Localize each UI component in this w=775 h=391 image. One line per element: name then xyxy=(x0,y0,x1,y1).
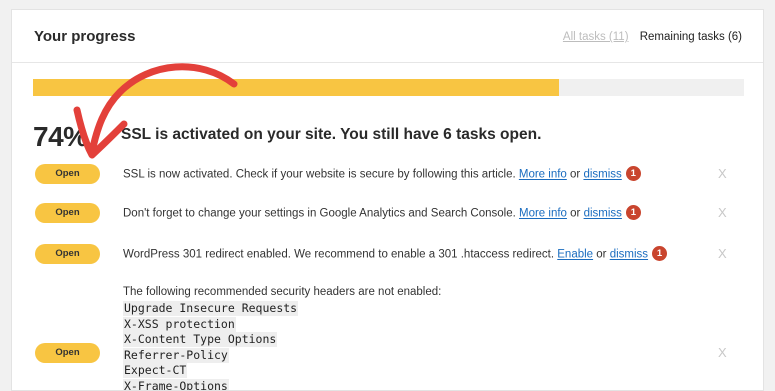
progress-summary: SSL is activated on your site. You still… xyxy=(121,126,542,143)
task-description: SSL is now activated. Check if your webs… xyxy=(123,168,516,181)
open-button[interactable]: Open xyxy=(35,164,100,184)
task-description: Don't forget to change your settings in … xyxy=(123,207,516,220)
security-header-item: X-XSS protection xyxy=(123,315,298,332)
progress-bar xyxy=(33,79,744,96)
close-x-icon[interactable]: X xyxy=(718,246,727,261)
notification-badge: 1 xyxy=(625,166,641,181)
or-text: or xyxy=(570,168,581,181)
code-text: Upgrade Insecure Requests xyxy=(123,301,299,316)
close-x-icon[interactable]: X xyxy=(718,166,727,181)
notification-badge: 1 xyxy=(652,246,668,261)
security-header-item: Referrer-Policy xyxy=(123,346,298,363)
code-text: X-Frame-Options xyxy=(123,378,229,390)
security-header-item: X-Frame-Options xyxy=(123,377,298,390)
task-text: SSL is now activated. Check if your webs… xyxy=(123,166,641,182)
task-description: WordPress 301 redirect enabled. We recom… xyxy=(123,248,555,261)
security-headers-list: Upgrade Insecure Requests X-XSS protecti… xyxy=(123,299,299,390)
tab-all-tasks[interactable]: All tasks (11) xyxy=(563,31,629,43)
security-header-item: Upgrade Insecure Requests xyxy=(123,299,299,316)
card-header: Your progress All tasks (11) Remaining t… xyxy=(12,10,763,63)
code-text: X-Content Type Options xyxy=(123,332,278,348)
dismiss-link[interactable]: dismiss xyxy=(583,169,621,181)
security-header-item: X-Content Type Options xyxy=(123,330,298,348)
dismiss-link[interactable]: dismiss xyxy=(584,208,622,220)
task-filter: All tasks (11) Remaining tasks (6) xyxy=(563,31,742,43)
task-text: Don't forget to change your settings in … xyxy=(123,205,641,221)
or-text: or xyxy=(596,248,607,261)
dismiss-link[interactable]: dismiss xyxy=(610,249,648,261)
security-headers-intro: The following recommended security heade… xyxy=(123,286,442,298)
more-info-link[interactable]: More info xyxy=(519,169,567,181)
tab-remaining-tasks[interactable]: Remaining tasks (6) xyxy=(640,31,742,43)
progress-percent: 74% xyxy=(33,121,88,152)
notification-badge: 1 xyxy=(625,205,641,220)
page-title: Your progress xyxy=(34,28,136,45)
progress-bar-fill xyxy=(33,79,560,96)
close-x-icon[interactable]: X xyxy=(718,205,727,220)
enable-link[interactable]: Enable xyxy=(557,249,593,261)
open-button[interactable]: Open xyxy=(35,244,100,264)
or-text: or xyxy=(570,207,581,220)
progress-card: Your progress All tasks (11) Remaining t… xyxy=(11,9,764,391)
more-info-link[interactable]: More info xyxy=(519,208,567,220)
open-button[interactable]: Open xyxy=(35,203,100,223)
security-header-item: Expect-CT xyxy=(123,361,298,379)
open-button[interactable]: Open xyxy=(35,343,100,363)
task-text: WordPress 301 redirect enabled. We recom… xyxy=(123,246,668,262)
close-x-icon[interactable]: X xyxy=(718,345,727,360)
